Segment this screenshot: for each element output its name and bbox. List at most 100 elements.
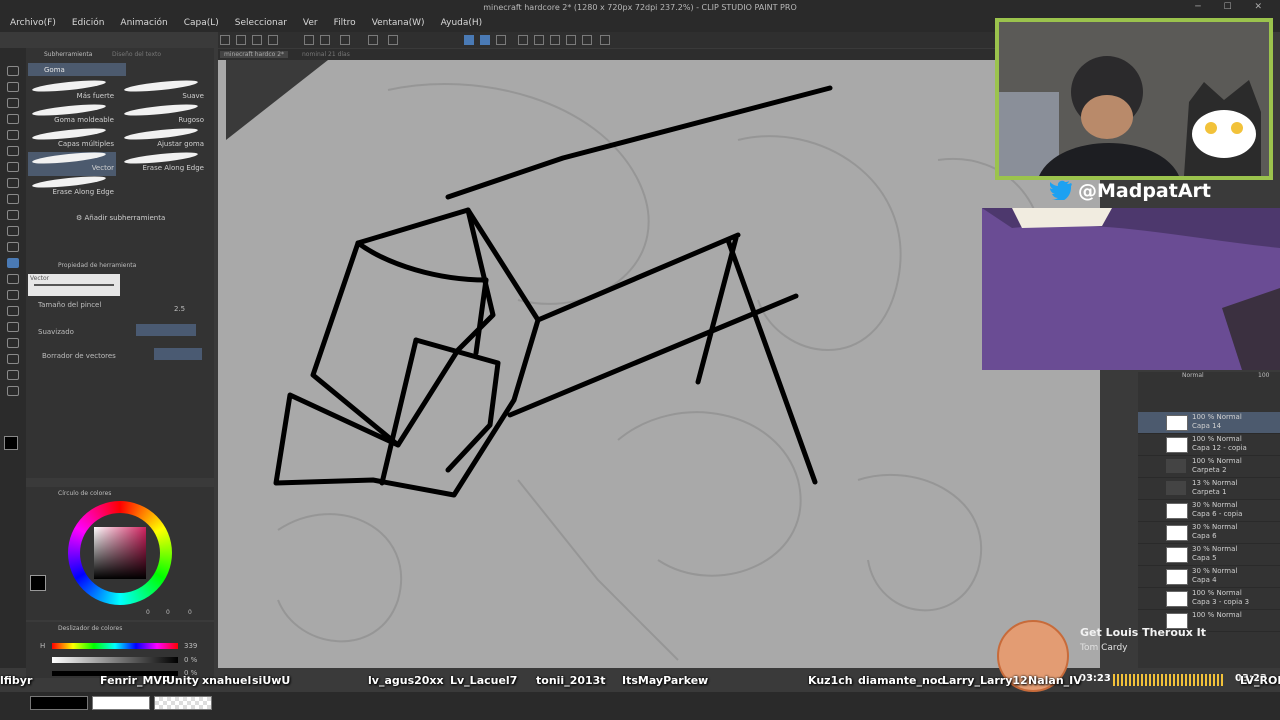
decoration-tool-icon[interactable] bbox=[7, 226, 19, 236]
current-color-swatch[interactable] bbox=[30, 575, 46, 591]
brush-tool-icon[interactable] bbox=[7, 194, 19, 204]
menu-animation[interactable]: Animación bbox=[120, 18, 167, 28]
figure-tool-icon[interactable] bbox=[7, 306, 19, 316]
crop-icon[interactable] bbox=[534, 35, 544, 45]
tab-subtool[interactable]: Subherramienta bbox=[44, 51, 92, 58]
brush-moldable[interactable]: Goma moldeable bbox=[28, 102, 116, 128]
main-color-swatch[interactable] bbox=[4, 436, 18, 450]
menu-file[interactable]: Archivo(F) bbox=[10, 18, 56, 28]
pencil-tool-icon[interactable] bbox=[7, 178, 19, 188]
brush-erase-along-edge-2[interactable]: Erase Along Edge bbox=[28, 174, 116, 200]
tab-document-2[interactable]: nominal 21 días bbox=[302, 51, 350, 58]
vector-erase-label: Borrador de vectores bbox=[42, 352, 116, 360]
balloon-tool-icon[interactable] bbox=[7, 370, 19, 380]
tab-document-active[interactable]: minecraft hardco 2* bbox=[220, 51, 289, 58]
vector-erase-options[interactable] bbox=[154, 348, 202, 360]
pen-tool-icon[interactable] bbox=[7, 162, 19, 172]
undo-icon[interactable] bbox=[304, 35, 314, 45]
twitter-bird-icon bbox=[1050, 180, 1072, 200]
chatter-name: w bbox=[698, 674, 709, 687]
snap-grid-icon[interactable] bbox=[496, 35, 506, 45]
brush-label: Capas múltiples bbox=[57, 140, 114, 148]
add-subtool-button[interactable]: ⚙ Añadir subherramienta bbox=[76, 214, 165, 222]
color-field-r[interactable]: 0 bbox=[146, 609, 150, 616]
layer-opacity[interactable]: 100 bbox=[1258, 372, 1269, 379]
airbrush-tool-icon[interactable] bbox=[7, 210, 19, 220]
snap-ruler-icon[interactable] bbox=[464, 35, 474, 45]
layer-row[interactable]: 13 % Normal Carpeta 1 bbox=[1138, 478, 1280, 500]
redo-icon[interactable] bbox=[320, 35, 330, 45]
brush-soft[interactable]: Suave bbox=[120, 78, 206, 104]
loading-icon[interactable] bbox=[340, 35, 350, 45]
saturation-value[interactable]: 0 % bbox=[184, 656, 197, 664]
layer-row[interactable]: 30 % Normal Capa 4 bbox=[1138, 566, 1280, 588]
hue-ring[interactable] bbox=[68, 501, 172, 605]
menu-filter[interactable]: Filtro bbox=[334, 18, 356, 28]
menu-layer[interactable]: Capa(L) bbox=[184, 18, 219, 28]
move-tool-icon[interactable] bbox=[7, 82, 19, 92]
color-field-g[interactable]: 0 bbox=[166, 609, 170, 616]
menu-help[interactable]: Ayuda(H) bbox=[441, 18, 483, 28]
zoom-tool-icon[interactable] bbox=[7, 66, 19, 76]
layer-blend-mode[interactable]: Normal bbox=[1182, 372, 1204, 379]
eyedropper-tool-icon[interactable] bbox=[7, 146, 19, 156]
settings-icon[interactable] bbox=[600, 35, 610, 45]
open-file-icon[interactable] bbox=[236, 35, 246, 45]
saturation-value-square[interactable] bbox=[94, 527, 146, 579]
menu-edit[interactable]: Edición bbox=[72, 18, 105, 28]
layer-row[interactable]: 100 % Normal Capa 14 bbox=[1138, 412, 1280, 434]
snap-special-icon[interactable] bbox=[480, 35, 490, 45]
brush-erase-along-edge[interactable]: Erase Along Edge bbox=[120, 150, 206, 176]
layer-row[interactable]: 100 % Normal Capa 3 - copia 3 bbox=[1138, 588, 1280, 610]
status-swatch-white[interactable] bbox=[92, 696, 150, 710]
eraser-tool-icon[interactable] bbox=[7, 258, 19, 268]
transform-icon[interactable] bbox=[388, 35, 398, 45]
subtool-group-eraser[interactable]: Goma bbox=[28, 63, 126, 76]
drawing-canvas[interactable] bbox=[218, 60, 1100, 668]
fit-icon[interactable] bbox=[550, 35, 560, 45]
operation-tool-icon[interactable] bbox=[7, 98, 19, 108]
line-correction-tool-icon[interactable] bbox=[7, 386, 19, 396]
brush-multiple-layers[interactable]: Capas múltiples bbox=[28, 126, 116, 152]
gradient-tool-icon[interactable] bbox=[7, 290, 19, 300]
brush-adjust-eraser[interactable]: Ajustar goma bbox=[120, 126, 206, 152]
grid-icon[interactable] bbox=[582, 35, 592, 45]
window-controls[interactable]: ─ ☐ ✕ bbox=[1195, 2, 1272, 12]
brush-rough[interactable]: Rugoso bbox=[120, 102, 206, 128]
hue-slider[interactable] bbox=[52, 643, 178, 649]
status-swatch-black[interactable] bbox=[30, 696, 88, 710]
layer-row[interactable]: 100 % Normal Capa 12 - copia bbox=[1138, 434, 1280, 456]
layer-row[interactable]: 100 % Normal Carpeta 2 bbox=[1138, 456, 1280, 478]
brush-stronger[interactable]: Más fuerte bbox=[28, 78, 116, 104]
lasso-tool-icon[interactable] bbox=[7, 130, 19, 140]
brush-size-value[interactable]: 2.5 bbox=[174, 305, 185, 313]
ruler-tool-icon[interactable] bbox=[7, 338, 19, 348]
layer-name: 30 % Normal Capa 6 bbox=[1192, 523, 1238, 540]
pin-icon[interactable] bbox=[566, 35, 576, 45]
clear-icon[interactable] bbox=[368, 35, 378, 45]
audio-waveform bbox=[1113, 674, 1225, 686]
tab-text-layout[interactable]: Diseño del texto bbox=[112, 51, 161, 58]
menu-view[interactable]: Ver bbox=[303, 18, 318, 28]
layer-row[interactable]: 30 % Normal Capa 6 - copia bbox=[1138, 500, 1280, 522]
menu-select[interactable]: Seleccionar bbox=[235, 18, 287, 28]
fill-icon[interactable] bbox=[518, 35, 528, 45]
hue-value[interactable]: 339 bbox=[184, 642, 197, 650]
blend-tool-icon[interactable] bbox=[7, 242, 19, 252]
frame-tool-icon[interactable] bbox=[7, 322, 19, 332]
menu-window[interactable]: Ventana(W) bbox=[372, 18, 425, 28]
text-tool-icon[interactable] bbox=[7, 354, 19, 364]
color-field-b[interactable]: 0 bbox=[188, 609, 192, 616]
new-file-icon[interactable] bbox=[220, 35, 230, 45]
mascot-face bbox=[1192, 110, 1256, 158]
export-icon[interactable] bbox=[268, 35, 278, 45]
saturation-slider[interactable] bbox=[52, 657, 178, 663]
layer-row[interactable]: 30 % Normal Capa 6 bbox=[1138, 522, 1280, 544]
save-icon[interactable] bbox=[252, 35, 262, 45]
status-swatch-transparent[interactable] bbox=[154, 696, 212, 710]
layer-row[interactable]: 30 % Normal Capa 5 bbox=[1138, 544, 1280, 566]
brush-vector-selected[interactable]: Vector bbox=[28, 150, 116, 176]
smoothing-slider[interactable] bbox=[136, 324, 196, 336]
select-tool-icon[interactable] bbox=[7, 114, 19, 124]
fill-tool-icon[interactable] bbox=[7, 274, 19, 284]
